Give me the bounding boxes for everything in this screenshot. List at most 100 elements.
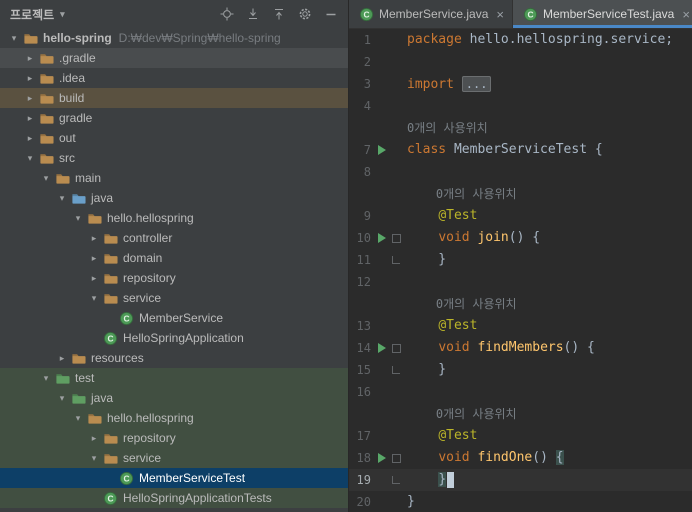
tree-item[interactable]: ▸ .gradle: [0, 48, 348, 68]
code-line[interactable]: @Test: [403, 205, 477, 227]
chevron-down-icon[interactable]: ▾: [54, 193, 70, 204]
tree-item[interactable]: ▸ .idea: [0, 68, 348, 88]
tree-item[interactable]: C MemberService: [0, 308, 348, 328]
fold-start-icon[interactable]: [389, 343, 403, 353]
code-line[interactable]: import ...: [403, 73, 492, 96]
chevron-down-icon[interactable]: ▾: [6, 33, 22, 44]
package-icon: [102, 270, 118, 286]
tree-item[interactable]: ▸ build: [0, 88, 348, 108]
tree-item[interactable]: C HelloSpringApplicationTests: [0, 488, 348, 508]
chevron-down-icon[interactable]: ▾: [70, 413, 86, 424]
chevron-down-icon[interactable]: ▾: [54, 393, 70, 404]
code-token: class: [407, 142, 454, 157]
svg-text:C: C: [363, 9, 369, 19]
code-line[interactable]: 0개의 사용위치: [403, 293, 517, 316]
tree-item[interactable]: ▸ gradle: [0, 108, 348, 128]
run-test-icon[interactable]: [375, 453, 389, 463]
line-number: 14: [356, 341, 371, 355]
tree-item[interactable]: ▾ service: [0, 288, 348, 308]
tree-item[interactable]: ▾ test: [0, 368, 348, 388]
chevron-right-icon[interactable]: ▸: [86, 433, 102, 444]
tree-item[interactable]: ▾ hello.hellospring: [0, 408, 348, 428]
chevron-right-icon[interactable]: ▸: [22, 73, 38, 84]
locate-icon[interactable]: [220, 7, 234, 21]
code-line[interactable]: }: [403, 249, 446, 271]
code-line[interactable]: 0개의 사용위치: [403, 183, 517, 206]
run-test-icon[interactable]: [375, 343, 389, 353]
chevron-down-icon[interactable]: ▾: [22, 153, 38, 164]
tree-item[interactable]: ▾ service: [0, 448, 348, 468]
code-line[interactable]: 0개의 사용위치: [403, 403, 517, 426]
code-editor[interactable]: 1 package hello.hellospring.service; 2 3 imp…: [349, 29, 692, 512]
tree-item-label: MemberService: [139, 311, 224, 325]
usages-inlay-hint[interactable]: 0개의 사용위치: [407, 297, 517, 311]
code-line[interactable]: void join() {: [403, 227, 540, 249]
chevron-down-icon[interactable]: ▾: [38, 173, 54, 184]
chevron-right-icon[interactable]: ▸: [22, 133, 38, 144]
expand-all-icon[interactable]: [246, 7, 260, 21]
code-token: (): [532, 450, 556, 465]
code-line[interactable]: 0개의 사용위치: [403, 117, 488, 140]
chevron-right-icon[interactable]: ▸: [86, 253, 102, 264]
tree-item[interactable]: C MemberServiceTest: [0, 468, 348, 488]
chevron-right-icon[interactable]: ▸: [86, 233, 102, 244]
code-line[interactable]: void findOne() {: [403, 447, 564, 469]
usages-inlay-hint[interactable]: 0개의 사용위치: [407, 121, 488, 135]
code-line[interactable]: class MemberServiceTest {: [403, 139, 603, 161]
hide-icon[interactable]: [324, 7, 338, 21]
editor-tab[interactable]: C MemberServiceTest.java ×: [512, 0, 692, 28]
chevron-down-icon[interactable]: ▾: [38, 373, 54, 384]
chevron-down-icon[interactable]: ▾: [86, 453, 102, 464]
usages-inlay-hint[interactable]: 0개의 사용위치: [407, 187, 517, 201]
chevron-down-icon[interactable]: ▾: [70, 213, 86, 224]
tree-item[interactable]: ▸ out: [0, 128, 348, 148]
fold-end-icon[interactable]: [389, 366, 403, 374]
settings-icon[interactable]: [298, 7, 312, 21]
tree-item[interactable]: ▾ java: [0, 388, 348, 408]
code-line[interactable]: void findMembers() {: [403, 337, 595, 359]
chevron-right-icon[interactable]: ▸: [54, 353, 70, 364]
code-line[interactable]: }: [403, 359, 446, 381]
fold-end-icon[interactable]: [389, 256, 403, 264]
run-test-icon[interactable]: [375, 145, 389, 155]
editor-tab[interactable]: C MemberService.java ×: [349, 0, 513, 28]
tree-item[interactable]: ▾ hello-spring D:₩dev₩Spring₩hello-spring: [0, 28, 348, 48]
fold-start-icon[interactable]: [389, 453, 403, 463]
chevron-right-icon[interactable]: ▸: [22, 113, 38, 124]
code-line[interactable]: @Test: [403, 315, 477, 337]
tree-item-label: service: [123, 291, 162, 305]
tree-item[interactable]: ▸ controller: [0, 228, 348, 248]
code-line[interactable]: @Test: [403, 425, 477, 447]
tree-item[interactable]: ▸ domain: [0, 248, 348, 268]
fold-end-icon[interactable]: [389, 476, 403, 484]
tree-item[interactable]: ▸ resources: [0, 348, 348, 368]
close-icon[interactable]: ×: [682, 8, 690, 21]
tree-item[interactable]: ▾ hello.hellospring: [0, 208, 348, 228]
tree-item[interactable]: ▸ repository: [0, 268, 348, 288]
tree-item-label: gradle: [59, 111, 93, 125]
chevron-right-icon[interactable]: ▸: [22, 93, 38, 104]
chevron-right-icon[interactable]: ▸: [86, 273, 102, 284]
code-line[interactable]: }: [403, 491, 415, 512]
tree-item[interactable]: ▸ repository: [0, 428, 348, 448]
project-view-dropdown[interactable]: 프로젝트 ▾: [10, 6, 65, 23]
chevron-down-icon[interactable]: ▾: [86, 293, 102, 304]
tree-item[interactable]: ▾ main: [0, 168, 348, 188]
code-row: 1 package hello.hellospring.service;: [349, 29, 692, 51]
close-icon[interactable]: ×: [496, 8, 504, 21]
collapse-all-icon[interactable]: [272, 7, 286, 21]
tree-item[interactable]: C HelloSpringApplication: [0, 328, 348, 348]
line-number: 8: [363, 165, 371, 179]
line-number: 3: [363, 77, 371, 91]
usages-inlay-hint[interactable]: 0개의 사용위치: [407, 407, 517, 421]
chevron-right-icon[interactable]: ▸: [22, 53, 38, 64]
tree-item[interactable]: ▾ src: [0, 148, 348, 168]
run-test-icon[interactable]: [375, 233, 389, 243]
code-line[interactable]: }: [403, 469, 455, 491]
code-line[interactable]: package hello.hellospring.service;: [403, 29, 673, 51]
fold-start-icon[interactable]: [389, 233, 403, 243]
tree-item[interactable]: ▾ java: [0, 188, 348, 208]
